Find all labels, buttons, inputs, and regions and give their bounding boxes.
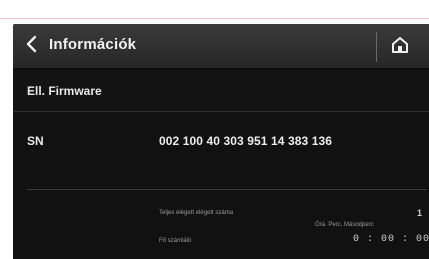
home-button[interactable] (385, 33, 415, 61)
device-screen: Információk Ell. Firmware SN 002 100 40 … (13, 24, 429, 259)
total-count-label: Teljes elégett elégett száma (159, 210, 234, 216)
firmware-label: Ell. Firmware (27, 84, 102, 98)
sn-label: SN (27, 134, 44, 148)
header-divider (376, 32, 377, 62)
serial-number-row: SN 002 100 40 303 951 14 383 136 (13, 112, 429, 184)
total-count-value: 1 (417, 208, 423, 218)
footer-divider (27, 189, 427, 190)
time-unit-label: Órá. Perc. Másodperc (315, 222, 374, 228)
sn-value: 002 100 40 303 951 14 383 136 (159, 134, 333, 148)
page-title: Információk (49, 36, 137, 53)
main-counter-label: Fő számláló (159, 238, 192, 244)
chevron-left-icon (25, 35, 39, 58)
firmware-row[interactable]: Ell. Firmware (13, 69, 429, 112)
back-button[interactable] (17, 30, 47, 62)
top-strip (0, 0, 429, 19)
header-bar: Információk (13, 24, 429, 69)
home-icon (390, 35, 410, 60)
main-counter-value: 0 : 00 : 00 (353, 234, 429, 245)
